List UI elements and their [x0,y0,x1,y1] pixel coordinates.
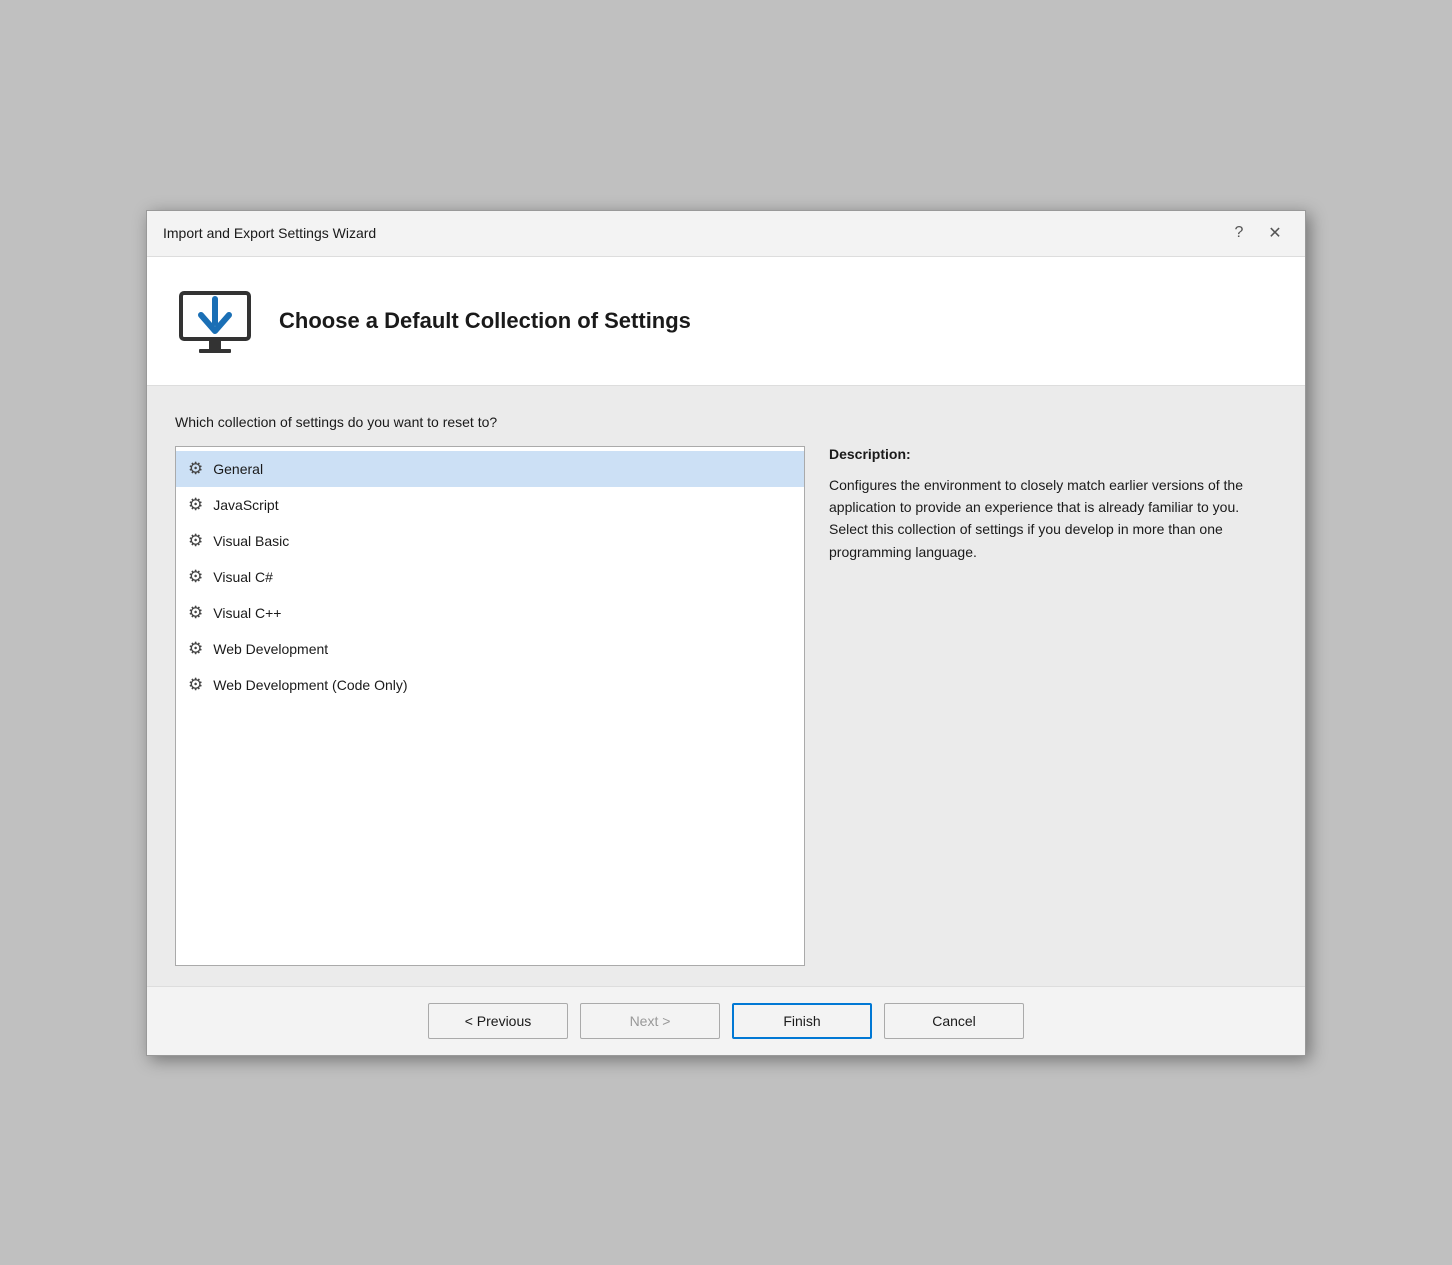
dialog-title: Import and Export Settings Wizard [163,225,376,241]
gear-icon-webdev: ⚙ [188,639,203,659]
finish-button[interactable]: Finish [732,1003,872,1039]
list-item-javascript[interactable]: ⚙ JavaScript [176,487,804,523]
list-item-visualcsharp[interactable]: ⚙ Visual C# [176,559,804,595]
list-item-webdev[interactable]: ⚙ Web Development [176,631,804,667]
title-bar-right: ? ✕ [1225,219,1289,247]
gear-icon-general: ⚙ [188,459,203,479]
cancel-button[interactable]: Cancel [884,1003,1024,1039]
list-item-label-general: General [213,461,263,477]
list-item-label-javascript: JavaScript [213,497,278,513]
list-item-label-webdev: Web Development [213,641,328,657]
gear-icon-visualcpp: ⚙ [188,603,203,623]
wizard-icon [175,281,255,361]
description-panel: Description: Configures the environment … [829,446,1277,966]
list-item-label-visualbasic: Visual Basic [213,533,289,549]
list-item-general[interactable]: ⚙ General [176,451,804,487]
gear-icon-visualcsharp: ⚙ [188,567,203,587]
footer-area: < Previous Next > Finish Cancel [147,986,1305,1055]
list-item-label-webdevcodeonly: Web Development (Code Only) [213,677,407,693]
title-bar-left: Import and Export Settings Wizard [163,225,376,241]
description-text: Configures the environment to closely ma… [829,474,1277,564]
title-bar: Import and Export Settings Wizard ? ✕ [147,211,1305,257]
list-item-visualbasic[interactable]: ⚙ Visual Basic [176,523,804,559]
main-columns: ⚙ General ⚙ JavaScript ⚙ Visual Basic ⚙ … [175,446,1277,966]
gear-icon-webdevcodeonly: ⚙ [188,675,203,695]
question-text: Which collection of settings do you want… [175,414,1277,430]
next-button[interactable]: Next > [580,1003,720,1039]
content-area: Which collection of settings do you want… [147,386,1305,986]
close-button[interactable]: ✕ [1261,219,1289,247]
header-area: Choose a Default Collection of Settings [147,257,1305,386]
import-export-dialog: Import and Export Settings Wizard ? ✕ Ch… [146,210,1306,1056]
list-item-label-visualcpp: Visual C++ [213,605,281,621]
previous-button[interactable]: < Previous [428,1003,568,1039]
list-item-webdevcodeonly[interactable]: ⚙ Web Development (Code Only) [176,667,804,703]
settings-list[interactable]: ⚙ General ⚙ JavaScript ⚙ Visual Basic ⚙ … [175,446,805,966]
header-title: Choose a Default Collection of Settings [279,308,691,334]
help-button[interactable]: ? [1225,219,1253,247]
description-label: Description: [829,446,1277,462]
list-item-visualcpp[interactable]: ⚙ Visual C++ [176,595,804,631]
list-item-label-visualcsharp: Visual C# [213,569,273,585]
gear-icon-javascript: ⚙ [188,495,203,515]
gear-icon-visualbasic: ⚙ [188,531,203,551]
